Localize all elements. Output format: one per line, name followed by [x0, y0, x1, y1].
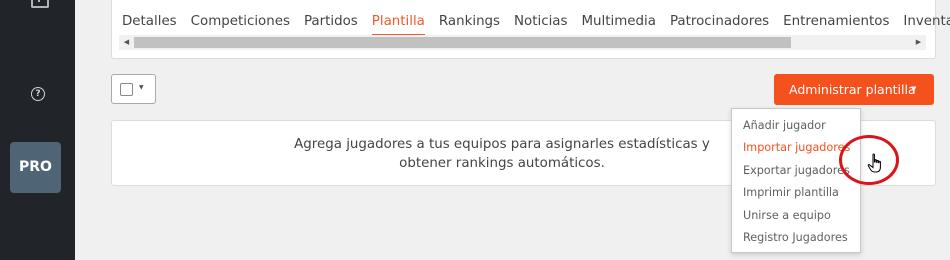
tab-multimedia[interactable]: Multimedia — [581, 14, 655, 36]
manage-roster-label: Administrar plantilla — [789, 82, 916, 97]
tab-competiciones[interactable]: Competiciones — [191, 14, 290, 36]
menu-item-join-team[interactable]: Unirse a equipo — [743, 209, 831, 222]
empty-state-line-2: obtener rankings automáticos. — [399, 156, 605, 171]
scrollbar-thumb[interactable] — [134, 37, 791, 48]
menu-item-export-players[interactable]: Exportar jugadores — [743, 164, 850, 177]
hand-cursor-icon — [867, 153, 881, 173]
tab-noticias[interactable]: Noticias — [514, 14, 567, 36]
menu-item-print-roster[interactable]: Imprimir plantilla — [743, 186, 839, 199]
manage-roster-menu: Añadir jugador Importar jugadores Export… — [731, 108, 861, 253]
caret-down-icon: ▼ — [911, 85, 917, 93]
tab-detalles[interactable]: Detalles — [122, 14, 177, 36]
pro-badge[interactable]: PRO — [10, 142, 61, 193]
tab-inventario[interactable]: Inventario — [903, 14, 950, 36]
tab-patrocinadores[interactable]: Patrocinadores — [670, 14, 769, 36]
empty-state-line-1: Agrega jugadores a tus equipos para asig… — [294, 137, 710, 152]
help-circle-icon[interactable]: ? — [31, 87, 45, 101]
scroll-right-icon[interactable]: ▶ — [911, 35, 926, 50]
menu-item-import-players[interactable]: Importar jugadores — [743, 141, 850, 154]
tab-partidos[interactable]: Partidos — [304, 14, 358, 36]
tab-plantilla[interactable]: Plantilla — [371, 14, 425, 36]
select-all-dropdown[interactable]: ▼ — [111, 74, 156, 104]
sidebar: ? PRO — [0, 0, 75, 260]
dashboard-icon[interactable] — [31, 0, 49, 8]
tab-entrenamientos[interactable]: Entrenamientos — [783, 14, 889, 36]
menu-item-add-player[interactable]: Añadir jugador — [743, 119, 826, 132]
tab-rankings[interactable]: Rankings — [439, 14, 500, 36]
scroll-left-icon[interactable]: ◀ — [119, 35, 134, 50]
chevron-down-icon[interactable]: ▼ — [139, 84, 144, 91]
manage-roster-button[interactable]: Administrar plantilla ▼ — [774, 74, 934, 105]
select-all-checkbox[interactable] — [120, 83, 133, 96]
tabs-scrollbar[interactable]: ◀ ▶ — [119, 35, 926, 50]
menu-item-player-registry[interactable]: Registro Jugadores — [743, 231, 848, 244]
empty-state-message: Agrega jugadores a tus equipos para asig… — [272, 135, 732, 173]
tab-bar: Detalles Competiciones Partidos Plantill… — [122, 14, 950, 36]
tabs-card: Detalles Competiciones Partidos Plantill… — [111, 0, 950, 59]
